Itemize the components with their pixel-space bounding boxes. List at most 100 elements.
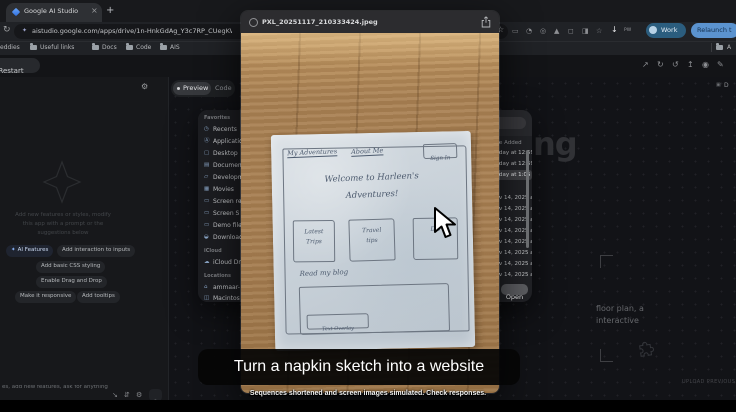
letterbox-bar: [0, 400, 736, 412]
avatar: [649, 26, 657, 34]
file-row-date[interactable]: v 14, 2025 at: [499, 261, 532, 268]
new-tab-icon[interactable]: +: [106, 6, 114, 16]
empty-state-line: this app with a prompt or the: [22, 220, 104, 227]
sidebar-item-demo-files[interactable]: Demo file: [213, 223, 242, 229]
tab-title: Google AI Studio: [24, 7, 79, 15]
relaunch-label: Relaunch t: [697, 26, 732, 34]
bookmark-item[interactable]: A: [727, 45, 731, 51]
active-dot-icon: [177, 87, 180, 90]
tab-close-icon[interactable]: ×: [91, 7, 98, 15]
pw-extension-icon[interactable]: PW: [624, 28, 631, 34]
extension-icon[interactable]: ☆: [596, 28, 602, 35]
sidebar-item-icloud-drive[interactable]: iCloud Dr: [213, 260, 241, 266]
applications-icon: Ⓐ: [204, 138, 210, 144]
github-icon[interactable]: ◉: [702, 61, 709, 69]
suggestion-chip[interactable]: Add tooltips: [77, 291, 120, 303]
suggestion-label: Enable Drag and Drop: [41, 278, 102, 284]
upload-partial-label: UPLOAD PREVIOUS: [682, 379, 736, 385]
napkin: My Adventures About Me Sign In Welcome t…: [270, 130, 476, 352]
deploy-partial-label[interactable]: D: [724, 83, 729, 89]
bookmark-item[interactable]: Docs: [102, 45, 117, 51]
reload-icon[interactable]: ↻: [3, 26, 11, 35]
photo-napkin-on-desk: My Adventures About Me Sign In Welcome t…: [241, 33, 499, 393]
sidebar-item-macintosh-hd[interactable]: Macintos: [213, 296, 240, 302]
sidebar-item-recents[interactable]: Recents: [213, 127, 237, 133]
scrollbar[interactable]: [526, 150, 529, 248]
open-button-label: Open: [505, 293, 524, 301]
puzzle-icon: [639, 341, 654, 357]
extension-icon[interactable]: ▲: [554, 28, 559, 35]
restart-button[interactable]: Restart: [0, 58, 40, 75]
suggestion-chip[interactable]: Make it responsive: [15, 291, 77, 303]
sketch-signin-box: Sign In: [422, 142, 458, 162]
bookmark-item[interactable]: eddies: [0, 45, 20, 51]
extension-icon[interactable]: ▭: [512, 28, 519, 35]
file-row-date[interactable]: v 14, 2025 at: [499, 250, 532, 257]
download-icon[interactable]: ↓: [611, 26, 618, 34]
sketch-signin-label: Sign In: [430, 155, 451, 162]
file-proxy-icon: [249, 18, 258, 27]
column-header-date-added[interactable]: e Added: [499, 140, 522, 147]
url-text[interactable]: aistudio.google.com/apps/drive/1n-HnkGdA…: [32, 28, 232, 35]
file-row-date[interactable]: v 14, 2025 at: [499, 272, 532, 279]
extension-icon[interactable]: ◨: [582, 28, 589, 35]
extension-icon[interactable]: ◻: [568, 28, 574, 35]
sidebar-section-header: Favorites: [204, 115, 231, 121]
card-label: Latest: [304, 228, 324, 236]
mouse-cursor: [434, 207, 456, 238]
card-label: tips: [366, 236, 378, 245]
upload-icon[interactable]: ↥: [687, 61, 694, 69]
share-icon[interactable]: ↗: [642, 61, 649, 69]
sidebar-item-development[interactable]: Developm: [213, 175, 244, 181]
sidebar-item-desktop[interactable]: Desktop: [213, 151, 238, 157]
sidebar-item-computer[interactable]: ammaar-: [213, 285, 240, 291]
sidebar-item-screen-recordings[interactable]: Screen re: [213, 199, 242, 205]
background-paragraph-line: floor plan, a: [596, 304, 644, 313]
ai-features-label: AI Features: [17, 247, 49, 253]
suggestion-chip[interactable]: Add interaction to inputs: [57, 245, 136, 257]
desk-light-band: [241, 33, 499, 65]
history-icon[interactable]: ↺: [672, 61, 679, 69]
downloads-icon: ◒: [204, 234, 209, 240]
site-icon: ✦: [22, 27, 28, 34]
sparkle-diamond-icon: [42, 160, 82, 204]
suggestion-chip[interactable]: Enable Drag and Drop: [36, 276, 107, 288]
suggestion-label: Make it responsive: [20, 293, 72, 299]
caption-pill: Turn a napkin sketch into a website: [198, 349, 520, 385]
tab-code[interactable]: Code: [215, 85, 232, 92]
folder-icon: [126, 43, 133, 50]
sidebar-item-movies[interactable]: Movies: [213, 187, 234, 193]
sync-icon[interactable]: ↻: [657, 61, 664, 69]
share-icon[interactable]: [481, 16, 491, 28]
empty-state-line: Add new features or styles, modify: [15, 212, 111, 218]
all-bookmarks-folder-icon[interactable]: [716, 43, 723, 50]
ai-features-button[interactable]: ✦ AI Features: [6, 245, 54, 257]
sketch-nav-my-adventures: My Adventures: [286, 147, 338, 158]
sketch-card-travel-tips: Travel tips: [348, 218, 396, 262]
deploy-icon: ▣: [716, 82, 721, 88]
selection-corner: [600, 255, 613, 268]
bookmark-item[interactable]: Useful links: [40, 45, 74, 51]
bookmark-item[interactable]: Code: [136, 45, 151, 51]
bookmark-item[interactable]: AIS: [170, 45, 180, 51]
card-label: Travel: [361, 226, 382, 235]
sidebar-item-screenshots[interactable]: Screen S: [213, 211, 239, 217]
empty-state-line: suggestions below: [37, 229, 89, 236]
suggestion-chip[interactable]: Add basic CSS styling: [36, 261, 106, 273]
suggestion-label: Add interaction to inputs: [62, 247, 131, 253]
sidebar-section-header: iCloud: [204, 248, 222, 254]
sketch-blog-button: Text Overlay: [306, 313, 369, 333]
gear-icon[interactable]: ⚙: [141, 83, 148, 91]
caption-title: Turn a napkin sketch into a website: [233, 358, 485, 375]
background-paragraph-line: interactive: [596, 316, 639, 325]
sketch-blog-button-label: Text Overlay: [321, 325, 355, 333]
open-button[interactable]: Open: [501, 284, 528, 301]
card-label: Trips: [306, 238, 322, 246]
disk-icon: ◫: [204, 295, 210, 301]
extension-icon[interactable]: ◎: [540, 28, 546, 35]
edit-icon[interactable]: ✎: [717, 61, 724, 69]
disclaimer-text: Sequences shortened and screen images si…: [249, 390, 487, 397]
extension-icon[interactable]: ◔: [526, 28, 532, 35]
cloud-icon: ☁: [204, 259, 210, 265]
sidebar-section-header: Locations: [204, 273, 232, 279]
